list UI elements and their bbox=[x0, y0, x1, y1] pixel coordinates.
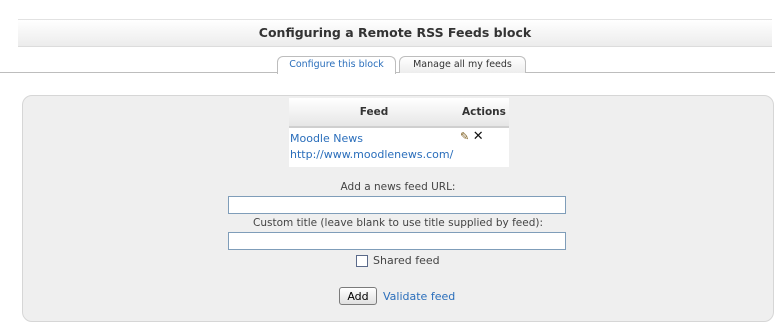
custom-title-label: Custom title (leave blank to use title s… bbox=[253, 217, 543, 229]
custom-title-input[interactable] bbox=[228, 232, 566, 250]
page: Configuring a Remote RSS Feeds block Con… bbox=[0, 0, 775, 333]
feed-url-link[interactable]: http://www.moodlenews.com/ bbox=[290, 147, 458, 163]
feeds-table: Feed Actions Moodle News http://www.mood… bbox=[289, 98, 509, 167]
shared-feed-label: Shared feed bbox=[373, 254, 440, 267]
column-header-feed: Feed bbox=[289, 98, 459, 128]
tab-configure-block[interactable]: Configure this block bbox=[277, 56, 396, 74]
table-header-row: Feed Actions bbox=[289, 98, 509, 128]
actions-cell: ✎ ✕ bbox=[459, 127, 509, 167]
column-header-actions: Actions bbox=[459, 98, 509, 128]
shared-feed-checkbox[interactable] bbox=[356, 254, 368, 267]
edit-icon[interactable]: ✎ bbox=[460, 131, 469, 143]
add-button[interactable]: Add bbox=[339, 287, 377, 305]
validate-feed-link[interactable]: Validate feed bbox=[383, 290, 455, 303]
tab-manage-feeds[interactable]: Manage all my feeds bbox=[399, 56, 526, 73]
table-row: Moodle News http://www.moodlenews.com/ ✎… bbox=[289, 127, 509, 167]
shared-feed-option[interactable]: Shared feed bbox=[356, 254, 440, 267]
delete-icon[interactable]: ✕ bbox=[473, 130, 484, 143]
url-label: Add a news feed URL: bbox=[340, 181, 456, 193]
feed-cell: Moodle News http://www.moodlenews.com/ bbox=[289, 127, 459, 167]
feed-title-link[interactable]: Moodle News bbox=[290, 131, 458, 147]
feed-url-input[interactable] bbox=[228, 196, 566, 214]
page-title: Configuring a Remote RSS Feeds block bbox=[18, 19, 772, 47]
